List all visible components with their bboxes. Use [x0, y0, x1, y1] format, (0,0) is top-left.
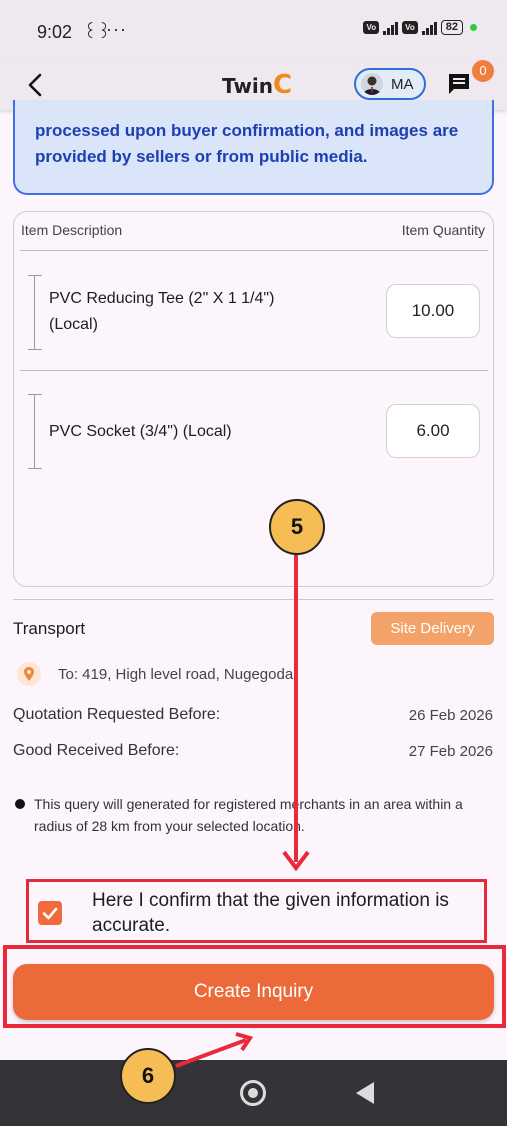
volte-icon: Vo — [363, 21, 380, 34]
column-header-description: Item Description — [21, 222, 123, 238]
items-card: Item Description Item Quantity PVC Reduc… — [13, 211, 494, 587]
back-arrow-icon[interactable] — [20, 68, 54, 102]
signal-4g-icon — [421, 21, 437, 35]
home-nav-icon[interactable] — [240, 1080, 266, 1106]
volte-icon-2: Vo — [402, 21, 418, 34]
status-time: 9:02 — [37, 22, 73, 42]
status-bar: 9:02 ꒰꒱ ··· Vo Vo 82 — [0, 0, 507, 60]
signal-icon — [383, 21, 399, 35]
location-pin-icon — [17, 662, 41, 686]
system-nav-bar — [0, 1060, 507, 1126]
delivery-address: To: 419, High level road, Nugegoda — [58, 666, 294, 683]
create-inquiry-button[interactable]: Create Inquiry — [13, 964, 494, 1020]
divider — [20, 250, 488, 251]
annotation-step-5: 5 — [269, 499, 325, 555]
item-name: PVC Socket (3/4") (Local) — [49, 423, 232, 440]
battery-icon: 82 — [440, 20, 463, 35]
merchant-note: This query will generated for registered… — [34, 796, 463, 834]
privacy-dot-icon — [470, 24, 477, 31]
logo-text: Twin — [222, 74, 274, 98]
confirm-section: Here I confirm that the given informatio… — [26, 879, 487, 943]
bullet-icon — [15, 799, 25, 809]
site-delivery-button[interactable]: Site Delivery — [371, 612, 494, 645]
quantity-field[interactable]: 10.00 — [386, 284, 480, 338]
column-header-quantity: Item Quantity — [401, 222, 485, 238]
status-more-icon: ··· — [106, 19, 127, 39]
quotation-requested-label: Quotation Requested Before: — [13, 706, 221, 723]
quotation-requested-date: 26 Feb 2026 — [408, 707, 493, 724]
transport-label: Transport — [13, 619, 86, 638]
status-indicators: Vo Vo 82 — [363, 20, 477, 35]
confirm-checkbox[interactable] — [38, 901, 62, 925]
quantity-field[interactable]: 6.00 — [386, 404, 480, 458]
good-received-date: 27 Feb 2026 — [408, 743, 493, 760]
good-received-label: Good Received Before: — [13, 742, 180, 759]
divider — [20, 370, 488, 371]
notification-badge: 0 — [472, 60, 494, 82]
info-box: processed upon buyer confirmation, and i… — [13, 100, 494, 195]
app-logo: TwinC — [222, 70, 292, 100]
row-bracket-icon — [28, 394, 42, 469]
divider — [13, 599, 494, 600]
annotation-step-6: 6 — [120, 1048, 176, 1104]
confirm-text: Here I confirm that the given informatio… — [92, 890, 449, 936]
back-nav-icon[interactable] — [356, 1082, 374, 1104]
chat-icon[interactable] — [446, 72, 472, 96]
avatar — [361, 73, 383, 95]
checkmark-icon — [42, 907, 58, 920]
user-initials: MA — [391, 76, 414, 93]
row-bracket-icon — [28, 275, 42, 350]
logo-letter: C — [273, 70, 293, 100]
item-name: PVC Reducing Tee (2" X 1 1/4") (Local) — [49, 290, 275, 333]
user-profile-button[interactable]: MA — [354, 68, 426, 100]
info-text: processed upon buyer confirmation, and i… — [35, 121, 459, 166]
